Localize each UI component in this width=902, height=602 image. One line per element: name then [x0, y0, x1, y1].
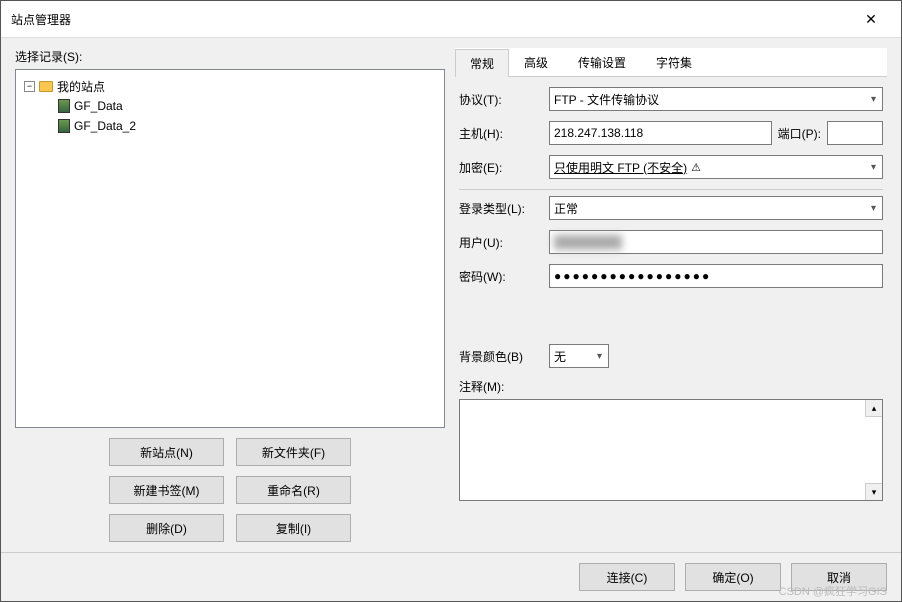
- tab-advanced[interactable]: 高级: [509, 48, 563, 76]
- chevron-down-icon: ▾: [597, 351, 602, 362]
- warning-icon: ⚠: [691, 161, 701, 174]
- tree-item[interactable]: GF_Data_2: [22, 116, 438, 136]
- protocol-value: FTP - 文件传输协议: [554, 91, 659, 108]
- delete-button[interactable]: 删除(D): [109, 514, 224, 542]
- password-value: ●●●●●●●●●●●●●●●●●: [554, 269, 711, 283]
- chevron-down-icon: ▾: [871, 203, 876, 214]
- ok-button[interactable]: 确定(O): [685, 563, 781, 591]
- login-type-select[interactable]: 正常 ▾: [549, 196, 883, 220]
- divider: [459, 189, 883, 190]
- host-value: 218.247.138.118: [554, 126, 643, 140]
- protocol-label: 协议(T):: [459, 91, 543, 108]
- user-value: ████████: [554, 235, 622, 249]
- tree-item[interactable]: GF_Data: [22, 96, 438, 116]
- chevron-down-icon: ▾: [871, 94, 876, 105]
- bgcolor-value: 无: [554, 348, 566, 365]
- tree-root[interactable]: − 我的站点: [22, 76, 438, 96]
- comment-textarea[interactable]: ▴ ▾: [459, 399, 883, 501]
- rename-button[interactable]: 重命名(R): [236, 476, 351, 504]
- site-manager-window: 站点管理器 ✕ 选择记录(S): − 我的站点 GF_Data GF_Data_…: [0, 0, 902, 602]
- encryption-value: 只使用明文 FTP (不安全): [554, 159, 687, 176]
- scroll-up-icon[interactable]: ▴: [865, 400, 882, 417]
- tab-bar: 常规 高级 传输设置 字符集: [455, 48, 887, 77]
- port-label: 端口(P):: [778, 125, 821, 142]
- port-input[interactable]: [827, 121, 883, 145]
- spacer: [459, 298, 883, 344]
- right-pane: 常规 高级 传输设置 字符集 协议(T): FTP - 文件传输协议 ▾ 主机(…: [455, 48, 887, 552]
- left-button-grid: 新站点(N) 新文件夹(F) 新建书签(M) 重命名(R) 删除(D) 复制(I…: [15, 428, 445, 552]
- protocol-select[interactable]: FTP - 文件传输协议 ▾: [549, 87, 883, 111]
- tree-collapse-icon[interactable]: −: [24, 81, 35, 92]
- host-input[interactable]: 218.247.138.118: [549, 121, 772, 145]
- user-input[interactable]: ████████: [549, 230, 883, 254]
- form-area: 协议(T): FTP - 文件传输协议 ▾ 主机(H): 218.247.138…: [455, 77, 887, 511]
- tree-item-label: GF_Data: [74, 99, 123, 113]
- password-input[interactable]: ●●●●●●●●●●●●●●●●●: [549, 264, 883, 288]
- new-folder-button[interactable]: 新文件夹(F): [236, 438, 351, 466]
- copy-button[interactable]: 复制(I): [236, 514, 351, 542]
- login-type-value: 正常: [554, 200, 578, 217]
- tree-root-label: 我的站点: [57, 78, 105, 95]
- folder-icon: [39, 81, 53, 92]
- new-site-button[interactable]: 新站点(N): [109, 438, 224, 466]
- bgcolor-select[interactable]: 无 ▾: [549, 344, 609, 368]
- host-label: 主机(H):: [459, 125, 543, 142]
- cancel-button[interactable]: 取消: [791, 563, 887, 591]
- comment-label: 注释(M):: [459, 378, 504, 395]
- tree-item-label: GF_Data_2: [74, 119, 136, 133]
- connect-button[interactable]: 连接(C): [579, 563, 675, 591]
- select-entry-label: 选择记录(S):: [15, 48, 445, 65]
- login-type-label: 登录类型(L):: [459, 200, 543, 217]
- bgcolor-label: 背景颜色(B): [459, 348, 543, 365]
- password-label: 密码(W):: [459, 268, 543, 285]
- encryption-select[interactable]: 只使用明文 FTP (不安全) ⚠ ▾: [549, 155, 883, 179]
- tab-transfer[interactable]: 传输设置: [563, 48, 641, 76]
- encryption-label: 加密(E):: [459, 159, 543, 176]
- server-icon: [58, 119, 70, 133]
- user-label: 用户(U):: [459, 234, 543, 251]
- chevron-down-icon: ▾: [871, 162, 876, 173]
- close-button[interactable]: ✕: [851, 7, 891, 31]
- window-title: 站点管理器: [11, 11, 851, 28]
- site-tree[interactable]: − 我的站点 GF_Data GF_Data_2: [15, 69, 445, 428]
- server-icon: [58, 99, 70, 113]
- tab-general[interactable]: 常规: [455, 49, 509, 77]
- tab-charset[interactable]: 字符集: [641, 48, 707, 76]
- scroll-down-icon[interactable]: ▾: [865, 483, 882, 500]
- footer: 连接(C) 确定(O) 取消 CSDN @疯狂学习GIS: [1, 552, 901, 601]
- left-pane: 选择记录(S): − 我的站点 GF_Data GF_Data_2 新站点(N): [15, 48, 445, 552]
- content-area: 选择记录(S): − 我的站点 GF_Data GF_Data_2 新站点(N): [1, 38, 901, 552]
- titlebar: 站点管理器 ✕: [1, 1, 901, 38]
- new-bookmark-button[interactable]: 新建书签(M): [109, 476, 224, 504]
